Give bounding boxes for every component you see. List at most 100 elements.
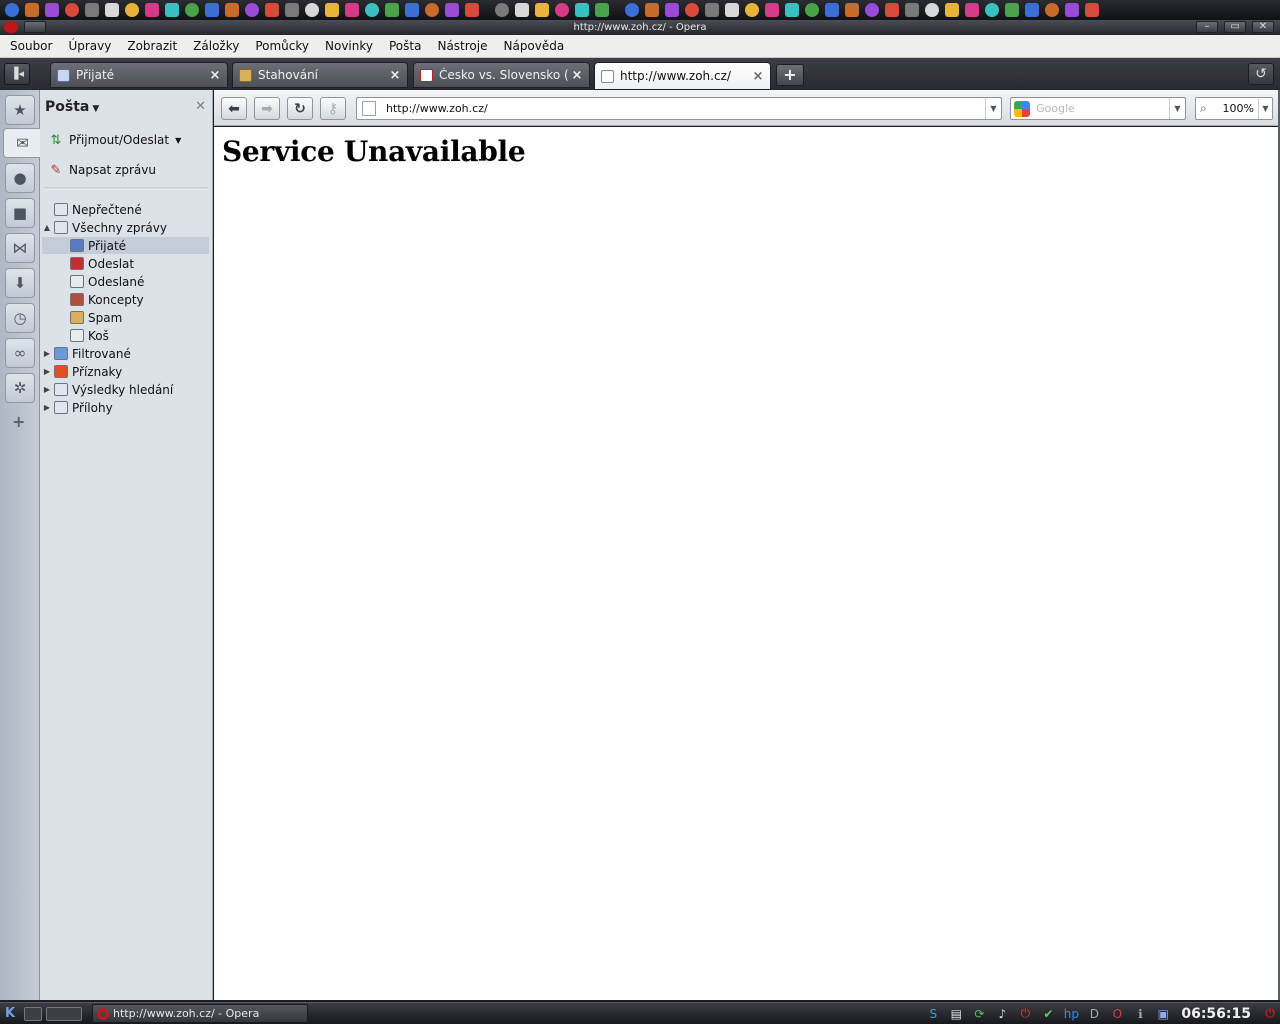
menu-zalozky[interactable]: Záložky bbox=[185, 35, 247, 58]
d-icon[interactable]: D bbox=[1084, 1005, 1104, 1023]
check-icon[interactable]: ✔ bbox=[1038, 1005, 1058, 1023]
spinner-icon[interactable] bbox=[442, 1, 462, 19]
red-car-icon[interactable] bbox=[362, 1, 382, 19]
mail-icon[interactable]: ✉ bbox=[3, 128, 41, 158]
settings-icon[interactable]: ✲ bbox=[5, 373, 35, 403]
globe2-icon[interactable] bbox=[822, 1, 842, 19]
tools-icon[interactable] bbox=[262, 1, 282, 19]
check-icon[interactable] bbox=[1062, 1, 1082, 19]
closed-tabs-button[interactable]: ↺ bbox=[1248, 63, 1274, 85]
search-input[interactable]: Google bbox=[1036, 102, 1169, 115]
close-icon[interactable]: × bbox=[387, 68, 403, 83]
firefox-icon[interactable] bbox=[682, 1, 702, 19]
chart-icon[interactable] bbox=[902, 1, 922, 19]
opera-icon[interactable]: O bbox=[1107, 1005, 1127, 1023]
taskbar-item-opera[interactable]: http://www.zoh.cz/ - Opera bbox=[92, 1004, 308, 1023]
ball-icon[interactable] bbox=[1042, 1, 1062, 19]
gears-icon[interactable] bbox=[282, 1, 302, 19]
links-icon[interactable]: ∞ bbox=[5, 338, 35, 368]
app-icon[interactable] bbox=[982, 1, 1002, 19]
history-icon[interactable]: ◷ bbox=[5, 303, 35, 333]
back-button[interactable]: ⬅ bbox=[221, 97, 247, 120]
tree-icon[interactable] bbox=[402, 1, 422, 19]
notes-icon[interactable]: ■ bbox=[5, 198, 35, 228]
web-icon[interactable] bbox=[642, 1, 662, 19]
menu-nastroje[interactable]: Nástroje bbox=[429, 35, 495, 58]
folder-inbox[interactable]: Přijaté bbox=[42, 237, 209, 254]
menu-pomucky[interactable]: Pomůcky bbox=[247, 35, 317, 58]
kmail-icon[interactable] bbox=[102, 1, 122, 19]
search-field[interactable]: Google ▼ bbox=[1010, 97, 1186, 120]
flower-icon[interactable] bbox=[302, 1, 322, 19]
dvd-icon[interactable] bbox=[242, 1, 262, 19]
network-icon[interactable] bbox=[742, 1, 762, 19]
forward-button[interactable]: ➡ bbox=[254, 97, 280, 120]
calc-icon[interactable] bbox=[532, 1, 552, 19]
opera-icon[interactable] bbox=[722, 1, 742, 19]
game-icon[interactable] bbox=[162, 1, 182, 19]
eye2-icon[interactable] bbox=[62, 1, 82, 19]
uranus-icon[interactable] bbox=[1022, 1, 1042, 19]
folder-attachment[interactable]: ▶ Přílohy bbox=[42, 399, 209, 416]
close-icon[interactable]: ✕ bbox=[195, 99, 206, 114]
expander-icon[interactable]: ▶ bbox=[42, 403, 52, 412]
cross-icon[interactable] bbox=[1082, 1, 1102, 19]
folder-all-mail[interactable]: ▲ Všechny zprávy bbox=[42, 219, 209, 236]
contacts-icon[interactable]: ● bbox=[5, 163, 35, 193]
icq-icon[interactable] bbox=[802, 1, 822, 19]
compose-button[interactable]: ✎ Napsat zprávu bbox=[46, 160, 156, 180]
menu-upravy[interactable]: Úpravy bbox=[60, 35, 119, 58]
disk-icon[interactable] bbox=[662, 1, 682, 19]
tab-zoh[interactable]: http://www.zoh.cz/ × bbox=[594, 62, 771, 90]
downloads-icon[interactable]: ⬇ bbox=[5, 268, 35, 298]
skype-icon[interactable]: S bbox=[923, 1005, 943, 1023]
draw-icon[interactable] bbox=[942, 1, 962, 19]
pager-icon[interactable] bbox=[46, 1006, 82, 1021]
tab-inbox[interactable]: Přijaté × bbox=[50, 62, 228, 88]
chevron-down-icon[interactable]: ▼ bbox=[985, 98, 1001, 119]
close-icon[interactable]: × bbox=[569, 68, 585, 83]
folder-search[interactable]: ▶ Výsledky hledání bbox=[42, 381, 209, 398]
folder-spam[interactable]: Spam bbox=[42, 309, 209, 326]
skype-icon[interactable] bbox=[842, 1, 862, 19]
address-input[interactable]: http://www.zoh.cz/ bbox=[386, 102, 985, 115]
show-desktop-icon[interactable] bbox=[24, 1006, 42, 1021]
add-panel-icon[interactable]: + bbox=[12, 412, 25, 431]
panel-toggle-button[interactable]: ▐◂ bbox=[4, 63, 30, 85]
close-window-button[interactable]: ✕ bbox=[1252, 21, 1274, 33]
reload-button[interactable]: ↻ bbox=[287, 97, 313, 120]
expander-icon[interactable]: ▲ bbox=[42, 223, 52, 232]
chevron-down-icon[interactable]: ▼ bbox=[1258, 98, 1272, 119]
bookmarks-icon[interactable]: ★ bbox=[5, 95, 35, 125]
file-icon[interactable] bbox=[762, 1, 782, 19]
expander-icon[interactable]: ▶ bbox=[42, 349, 52, 358]
thunderbird-icon[interactable] bbox=[2, 1, 22, 19]
opera-window-icon[interactable] bbox=[4, 21, 18, 33]
drive-icon[interactable] bbox=[182, 1, 202, 19]
volume-icon[interactable]: ♪ bbox=[992, 1005, 1012, 1023]
zoom-field[interactable]: ⌕ 100% ▼ bbox=[1195, 97, 1273, 120]
blue-square-icon[interactable] bbox=[422, 1, 442, 19]
graph-icon[interactable] bbox=[962, 1, 982, 19]
folder-filter[interactable]: ▶ Filtrované bbox=[42, 345, 209, 362]
window-icon[interactable]: ▣ bbox=[1153, 1005, 1173, 1023]
menu-posta[interactable]: Pošta bbox=[381, 35, 429, 58]
folder-drafts[interactable]: Koncepty bbox=[42, 291, 209, 308]
eye-icon[interactable] bbox=[42, 1, 62, 19]
receive-send-button[interactable]: ⇅ Přijmout/Odeslat ▼ bbox=[46, 130, 182, 150]
close-icon[interactable]: × bbox=[207, 68, 223, 83]
present-icon[interactable] bbox=[922, 1, 942, 19]
box-icon[interactable] bbox=[382, 1, 402, 19]
green-globe-icon[interactable] bbox=[462, 1, 482, 19]
maximize-button[interactable]: ▭ bbox=[1224, 21, 1246, 33]
window-menu-button[interactable] bbox=[24, 21, 46, 33]
folder-trash[interactable]: Koš bbox=[42, 327, 209, 344]
leaf-icon[interactable] bbox=[702, 1, 722, 19]
chevron-down-icon[interactable]: ▼ bbox=[1169, 98, 1185, 119]
hp-icon[interactable]: hp bbox=[1061, 1005, 1081, 1023]
kde-icon[interactable] bbox=[592, 1, 612, 19]
tab-downloads[interactable]: Stahování × bbox=[232, 62, 408, 88]
update-icon[interactable]: ⟳ bbox=[969, 1005, 989, 1023]
close-icon[interactable]: × bbox=[750, 69, 766, 84]
film-icon[interactable] bbox=[342, 1, 362, 19]
